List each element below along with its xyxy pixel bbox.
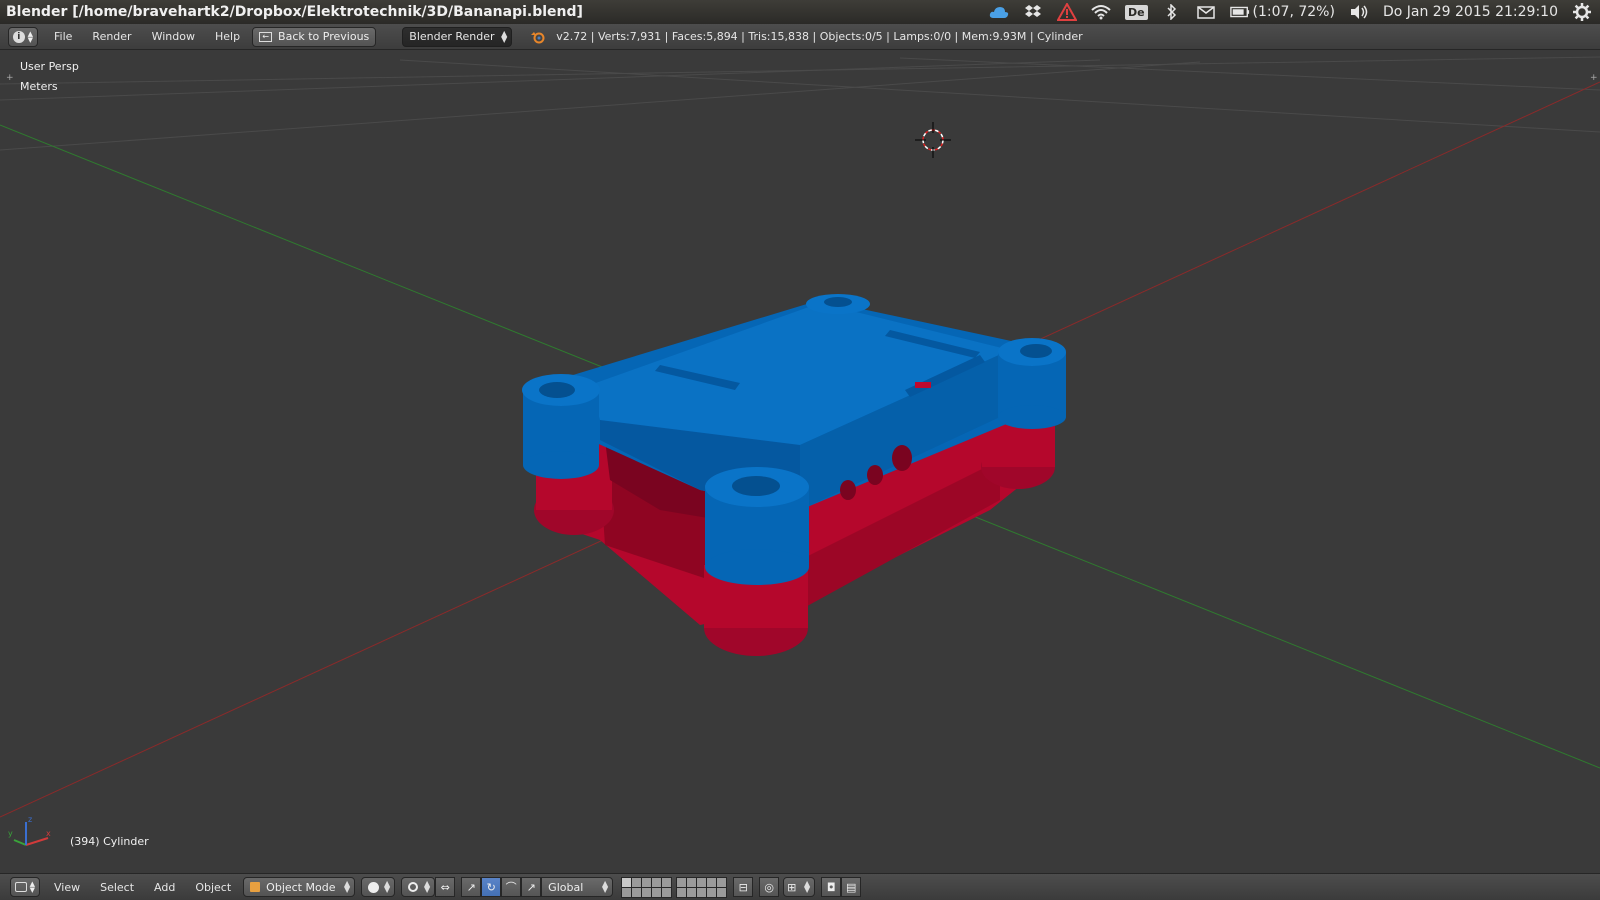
snap-icon: ⊞ xyxy=(787,880,797,894)
menu-help[interactable]: Help xyxy=(205,30,250,43)
orientation-label: Global xyxy=(548,880,584,894)
gear-icon[interactable] xyxy=(1572,2,1592,22)
render-engine-label: Blender Render xyxy=(409,30,495,43)
battery-text: (1:07, 72%) xyxy=(1252,4,1335,20)
clock[interactable]: Do Jan 29 2015 21:29:10 xyxy=(1383,4,1558,20)
warning-icon[interactable] xyxy=(1056,2,1077,22)
menu-file[interactable]: File xyxy=(44,30,82,43)
axis-x-label: x xyxy=(46,829,51,838)
rotate-manipulator-icon[interactable]: ↻ xyxy=(481,877,502,897)
viewport-scene xyxy=(0,56,1600,846)
region-expand-plus-icon[interactable]: + xyxy=(6,73,14,83)
window-title: Blender [/home/bravehartk2/Dropbox/Elekt… xyxy=(6,4,583,20)
bluetooth-icon[interactable] xyxy=(1162,2,1182,22)
region-expand-plus-icon[interactable]: + xyxy=(1590,73,1598,83)
editor-type-selector[interactable]: i ▲ ▼ xyxy=(8,26,38,47)
menu-select[interactable]: Select xyxy=(90,881,144,894)
dropbox-icon[interactable] xyxy=(1023,2,1043,22)
editor-type-selector-3d[interactable]: ▲ ▼ xyxy=(10,877,40,897)
cube-icon xyxy=(250,882,261,892)
mode-label: Object Mode xyxy=(266,880,336,894)
menu-view[interactable]: View xyxy=(44,881,90,894)
chevron-updown-icon: ▲ ▼ xyxy=(384,879,391,894)
proportional-edit-icon[interactable]: ◎ xyxy=(759,877,780,897)
battery-indicator[interactable]: (1:07, 72%) xyxy=(1229,2,1335,22)
cloud-icon[interactable] xyxy=(989,2,1009,22)
mode-select[interactable]: Object Mode ▲ ▼ xyxy=(243,877,356,897)
translate-manipulator-icon[interactable]: ↗ xyxy=(461,877,482,897)
menu-object[interactable]: Object xyxy=(185,881,241,894)
snap-element-select[interactable]: ⊞ ▲ ▼ xyxy=(783,877,816,897)
scene-statistics: v2.72 | Verts:7,931 | Faces:5,894 | Tris… xyxy=(556,30,1083,43)
layers-grid-1[interactable] xyxy=(621,876,673,898)
lock-layers-icon[interactable]: ⊟ xyxy=(733,877,754,897)
3d-cursor-icon[interactable] xyxy=(915,122,951,158)
menu-window[interactable]: Window xyxy=(142,30,205,43)
units-label: Meters xyxy=(20,80,58,93)
pivot-point-select[interactable]: ▲ ▼ xyxy=(401,877,436,897)
wifi-icon[interactable] xyxy=(1091,2,1111,22)
chevron-updown-icon: ▲ ▼ xyxy=(804,879,811,894)
3d-view-header: ▲ ▼ View Select Add Object Object Mode ▲ ▼… xyxy=(0,873,1600,900)
back-to-previous-label: Back to Previous xyxy=(278,30,370,43)
system-tray: De (1:07, 72%) Do Jan 29 2015 21:29:10 xyxy=(989,0,1600,24)
pivot-icon xyxy=(408,882,419,892)
viewport-shading-select[interactable]: ▲ ▼ xyxy=(361,877,396,897)
transform-orientation-select[interactable]: Global ▲ ▼ xyxy=(541,877,614,897)
chevron-updown-icon: ▲ ▼ xyxy=(602,879,609,894)
layers-grid-2[interactable] xyxy=(676,876,728,898)
solid-shading-icon xyxy=(368,881,380,893)
blender-info-header: i ▲ ▼ File Render Window Help ← Back to P… xyxy=(0,24,1600,50)
back-to-previous-button[interactable]: ← Back to Previous xyxy=(252,26,377,47)
menu-render[interactable]: Render xyxy=(82,30,141,43)
blender-logo-icon xyxy=(530,30,546,44)
active-object-info: (394) Cylinder xyxy=(70,835,149,848)
os-top-bar: Blender [/home/bravehartk2/Dropbox/Elekt… xyxy=(0,0,1600,24)
chevron-updown-icon: ▲ ▼ xyxy=(27,29,33,44)
manipulator-toggle-icon[interactable]: ⇔ xyxy=(435,877,456,897)
axis-z-label: z xyxy=(28,815,33,824)
battery-icon xyxy=(1229,2,1250,22)
render-engine-select[interactable]: Blender Render ▲ ▼ xyxy=(402,26,513,47)
keyboard-layout-indicator[interactable]: De xyxy=(1124,4,1148,20)
menu-add[interactable]: Add xyxy=(144,881,185,894)
3d-view-icon xyxy=(15,882,27,892)
info-icon: i xyxy=(13,30,25,43)
volume-icon[interactable] xyxy=(1349,2,1369,22)
chevron-updown-icon: ▲ ▼ xyxy=(344,879,351,894)
render-animation-icon[interactable]: ▤ xyxy=(841,877,862,897)
view-name-label: User Persp xyxy=(20,60,79,73)
chevron-updown-icon: ▲ ▼ xyxy=(424,879,431,894)
back-screen-icon: ← xyxy=(259,31,273,42)
transform-manipulator-icon[interactable]: ↗ xyxy=(521,877,542,897)
mail-icon[interactable] xyxy=(1196,2,1216,22)
axis-orientation-gizmo xyxy=(13,822,49,846)
scale-manipulator-icon[interactable]: ⌒ xyxy=(501,877,522,897)
chevron-updown-icon: ▲ ▼ xyxy=(501,28,508,44)
floor-grid xyxy=(0,56,1600,151)
banana-pi-case-model[interactable] xyxy=(522,294,1066,656)
axis-y-label: y xyxy=(8,829,13,838)
chevron-updown-icon: ▲ ▼ xyxy=(29,880,35,894)
render-camera-icon[interactable]: ◘ xyxy=(821,877,842,897)
3d-viewport[interactable]: + + User Persp Meters (394) Cylinder x y… xyxy=(0,51,1600,873)
